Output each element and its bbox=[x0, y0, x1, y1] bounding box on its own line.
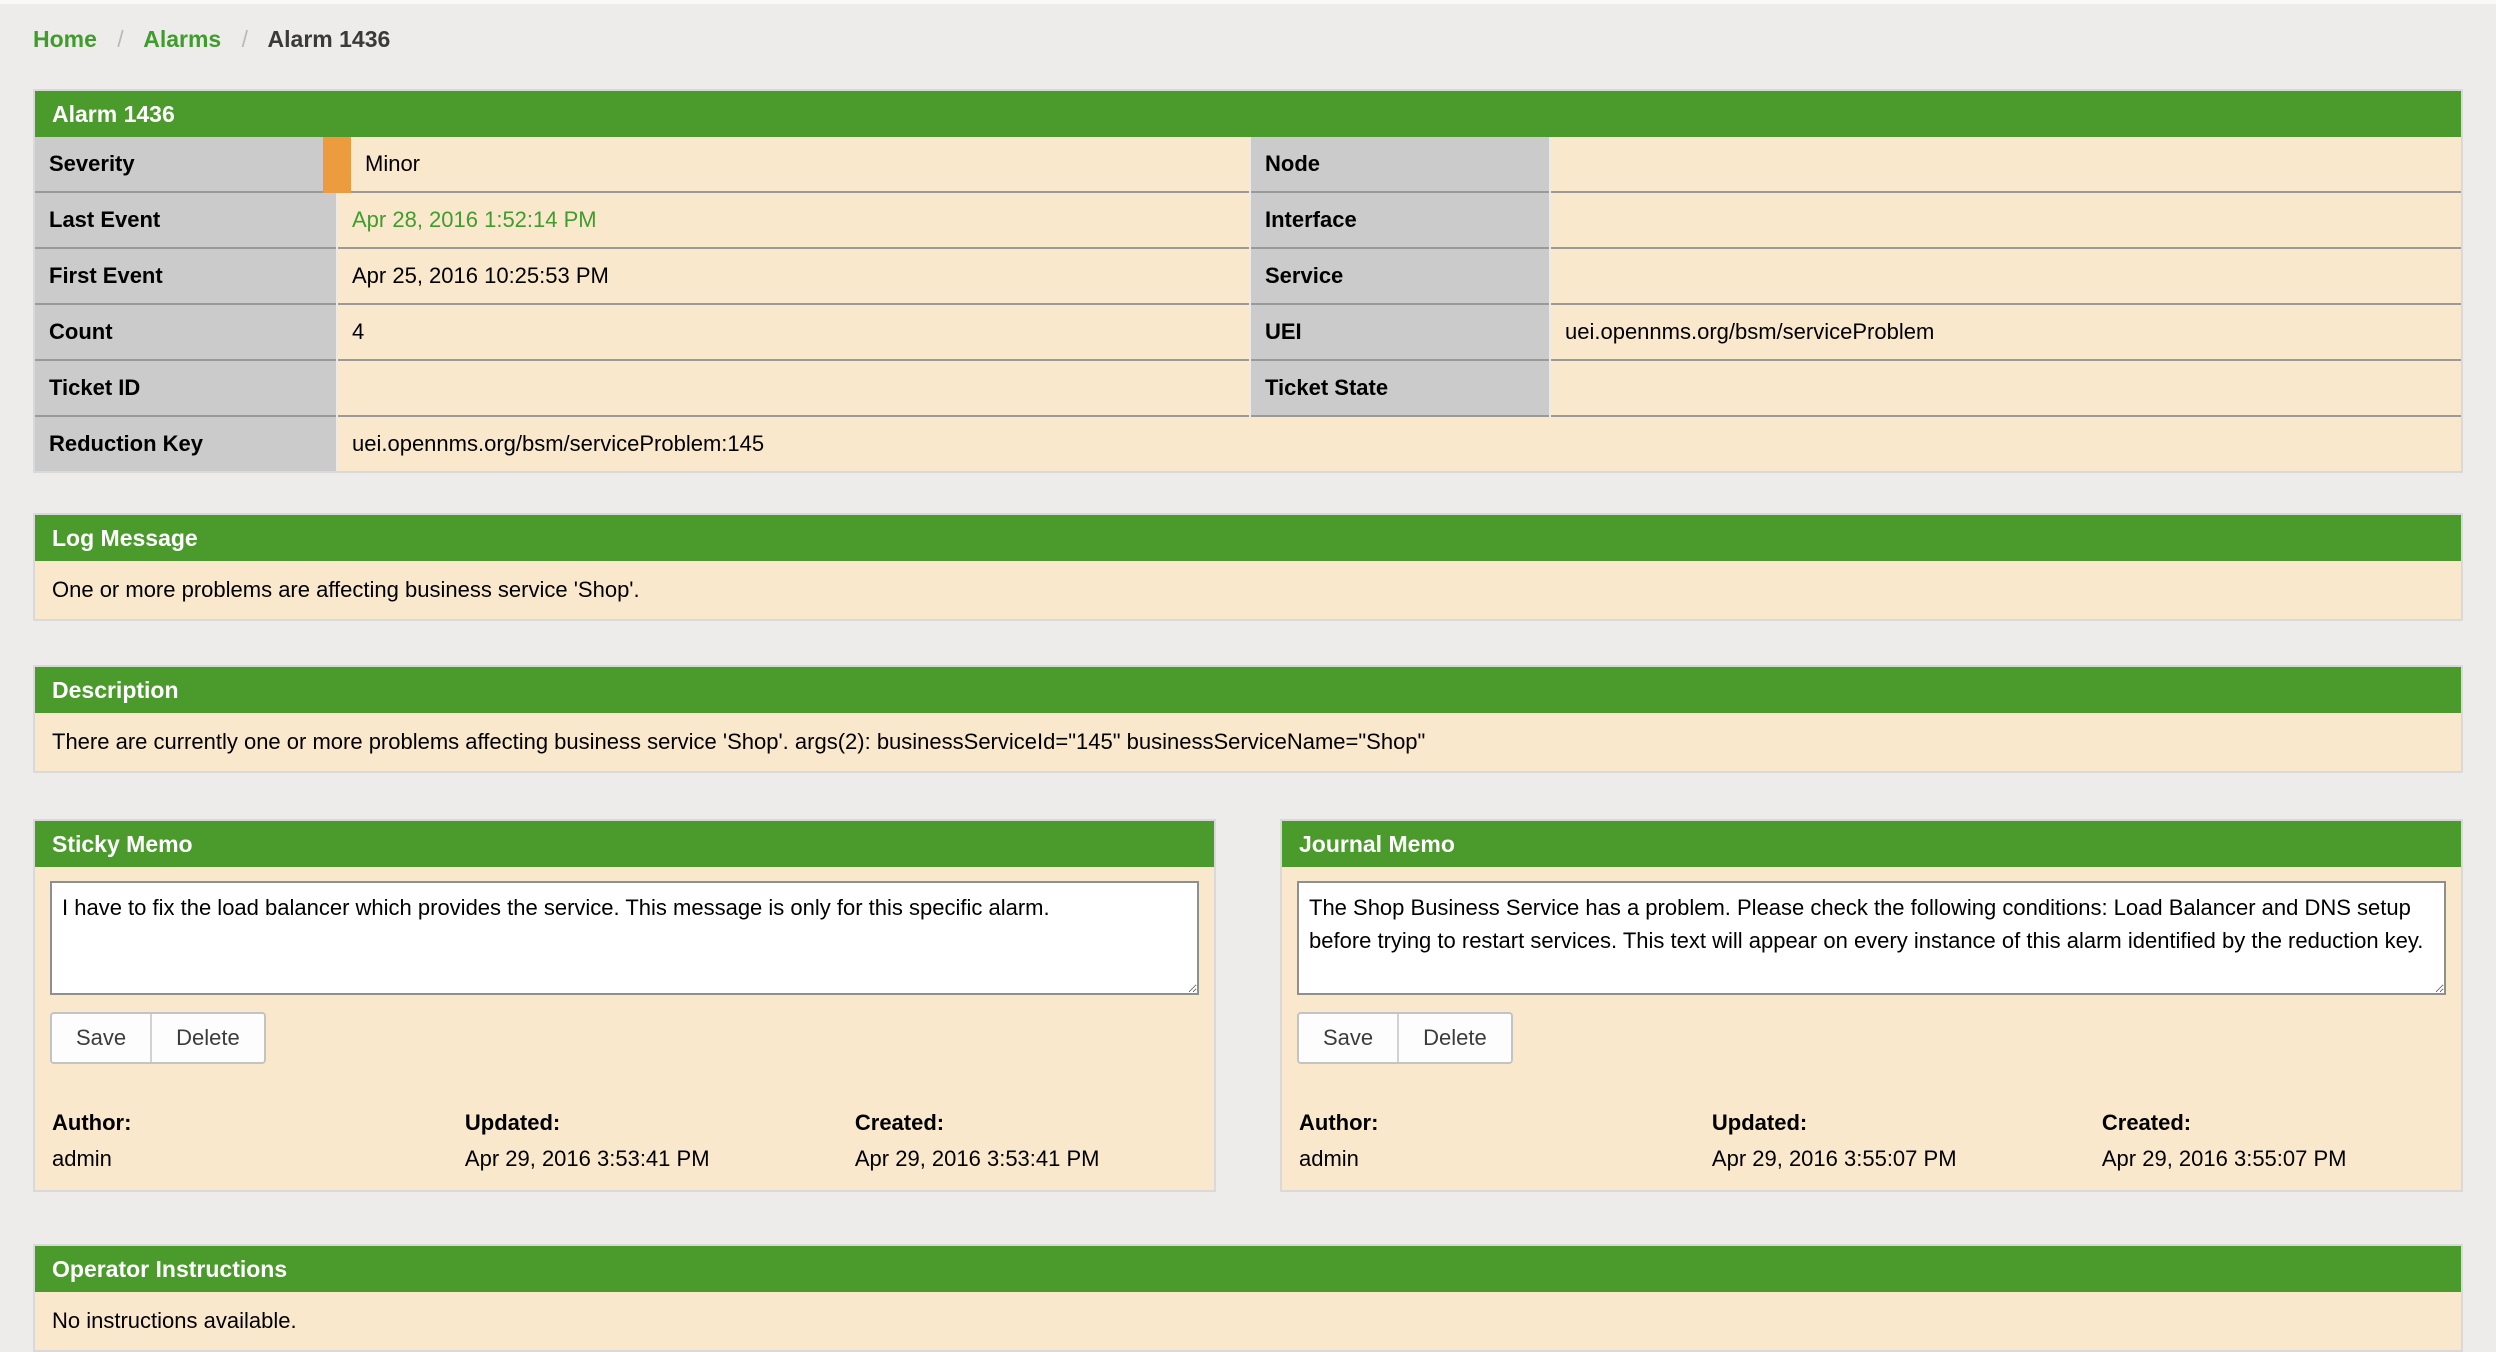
save-button[interactable]: Save bbox=[52, 1014, 150, 1062]
ticket-state-label-cell: Ticket State bbox=[1250, 360, 1550, 416]
description-title: Description bbox=[35, 667, 2461, 713]
operator-instructions-title: Operator Instructions bbox=[35, 1246, 2461, 1292]
operator-instructions-text: No instructions available. bbox=[35, 1292, 2461, 1350]
created-value: Apr 29, 2016 3:53:41 PM bbox=[855, 1146, 1199, 1172]
sticky-memo-meta: Author: admin Updated: Apr 29, 2016 3:53… bbox=[50, 1110, 1199, 1172]
service-value-cell bbox=[1550, 248, 2461, 304]
interface-value-cell bbox=[1550, 192, 2461, 248]
severity-value-cell: Minor bbox=[337, 137, 1250, 192]
last-event-link[interactable]: Apr 28, 2016 1:52:14 PM bbox=[352, 207, 597, 232]
description-text: There are currently one or more problems… bbox=[35, 713, 2461, 771]
operator-instructions-panel: Operator Instructions No instructions av… bbox=[33, 1244, 2463, 1352]
ticket-id-value-cell bbox=[337, 360, 1250, 416]
table-row: Count 4 UEI uei.opennms.org/bsm/serviceP… bbox=[35, 304, 2461, 360]
last-event-label-cell: Last Event bbox=[35, 192, 337, 248]
sticky-memo-textarea[interactable]: I have to fix the load balancer which pr… bbox=[50, 881, 1199, 995]
updated-value: Apr 29, 2016 3:53:41 PM bbox=[465, 1146, 855, 1172]
author-label: Author: bbox=[52, 1110, 465, 1136]
table-row: Reduction Key uei.opennms.org/bsm/servic… bbox=[35, 416, 2461, 471]
count-label-cell: Count bbox=[35, 304, 337, 360]
journal-memo-button-group: Save Delete bbox=[1297, 1012, 1513, 1064]
created-value: Apr 29, 2016 3:55:07 PM bbox=[2102, 1146, 2446, 1172]
table-row: Severity Minor Node bbox=[35, 137, 2461, 192]
ticket-state-value-cell bbox=[1550, 360, 2461, 416]
description-panel: Description There are currently one or m… bbox=[33, 665, 2463, 773]
memo-row: Sticky Memo I have to fix the load balan… bbox=[33, 819, 2463, 1192]
breadcrumb-separator: / bbox=[117, 26, 123, 52]
uei-label-cell: UEI bbox=[1250, 304, 1550, 360]
reduction-key-value-cell: uei.opennms.org/bsm/serviceProblem:145 bbox=[337, 416, 2461, 471]
table-row: Ticket ID Ticket State bbox=[35, 360, 2461, 416]
breadcrumb-current: Alarm 1436 bbox=[268, 26, 391, 52]
node-label-cell: Node bbox=[1250, 137, 1550, 192]
count-value-cell: 4 bbox=[337, 304, 1250, 360]
sticky-memo-title: Sticky Memo bbox=[35, 821, 1214, 867]
first-event-label-cell: First Event bbox=[35, 248, 337, 304]
created-label: Created: bbox=[855, 1110, 1199, 1136]
updated-label: Updated: bbox=[1712, 1110, 2102, 1136]
alarm-detail-panel: Alarm 1436 Severity Minor Node Last Even… bbox=[33, 89, 2463, 473]
first-event-value-cell: Apr 25, 2016 10:25:53 PM bbox=[337, 248, 1250, 304]
breadcrumb-link-home[interactable]: Home bbox=[33, 26, 97, 52]
journal-memo-panel: Journal Memo The Shop Business Service h… bbox=[1280, 819, 2463, 1192]
reduction-key-label-cell: Reduction Key bbox=[35, 416, 337, 471]
service-label-cell: Service bbox=[1250, 248, 1550, 304]
updated-label: Updated: bbox=[465, 1110, 855, 1136]
node-value-cell bbox=[1550, 137, 2461, 192]
log-message-panel: Log Message One or more problems are aff… bbox=[33, 513, 2463, 621]
journal-memo-meta: Author: admin Updated: Apr 29, 2016 3:55… bbox=[1297, 1110, 2446, 1172]
alarm-panel-title: Alarm 1436 bbox=[35, 91, 2461, 137]
breadcrumb-separator: / bbox=[242, 26, 248, 52]
table-row: Last Event Apr 28, 2016 1:52:14 PM Inter… bbox=[35, 192, 2461, 248]
table-row: First Event Apr 25, 2016 10:25:53 PM Ser… bbox=[35, 248, 2461, 304]
author-value: admin bbox=[1299, 1146, 1712, 1172]
interface-label-cell: Interface bbox=[1250, 192, 1550, 248]
alarm-detail-table: Severity Minor Node Last Event Apr 28, 2… bbox=[35, 137, 2461, 471]
created-label: Created: bbox=[2102, 1110, 2446, 1136]
author-label: Author: bbox=[1299, 1110, 1712, 1136]
delete-button[interactable]: Delete bbox=[1397, 1014, 1511, 1062]
save-button[interactable]: Save bbox=[1299, 1014, 1397, 1062]
author-value: admin bbox=[52, 1146, 465, 1172]
sticky-memo-panel: Sticky Memo I have to fix the load balan… bbox=[33, 819, 1216, 1192]
log-message-text: One or more problems are affecting busin… bbox=[35, 561, 2461, 619]
updated-value: Apr 29, 2016 3:55:07 PM bbox=[1712, 1146, 2102, 1172]
journal-memo-title: Journal Memo bbox=[1282, 821, 2461, 867]
ticket-id-label-cell: Ticket ID bbox=[35, 360, 337, 416]
journal-memo-textarea[interactable]: The Shop Business Service has a problem.… bbox=[1297, 881, 2446, 995]
delete-button[interactable]: Delete bbox=[150, 1014, 264, 1062]
uei-value-cell: uei.opennms.org/bsm/serviceProblem bbox=[1550, 304, 2461, 360]
sticky-memo-button-group: Save Delete bbox=[50, 1012, 266, 1064]
breadcrumb: Home / Alarms / Alarm 1436 bbox=[0, 4, 2496, 53]
severity-label-cell: Severity bbox=[35, 137, 337, 192]
breadcrumb-link-alarms[interactable]: Alarms bbox=[143, 26, 221, 52]
log-message-title: Log Message bbox=[35, 515, 2461, 561]
last-event-value-cell: Apr 28, 2016 1:52:14 PM bbox=[337, 192, 1250, 248]
